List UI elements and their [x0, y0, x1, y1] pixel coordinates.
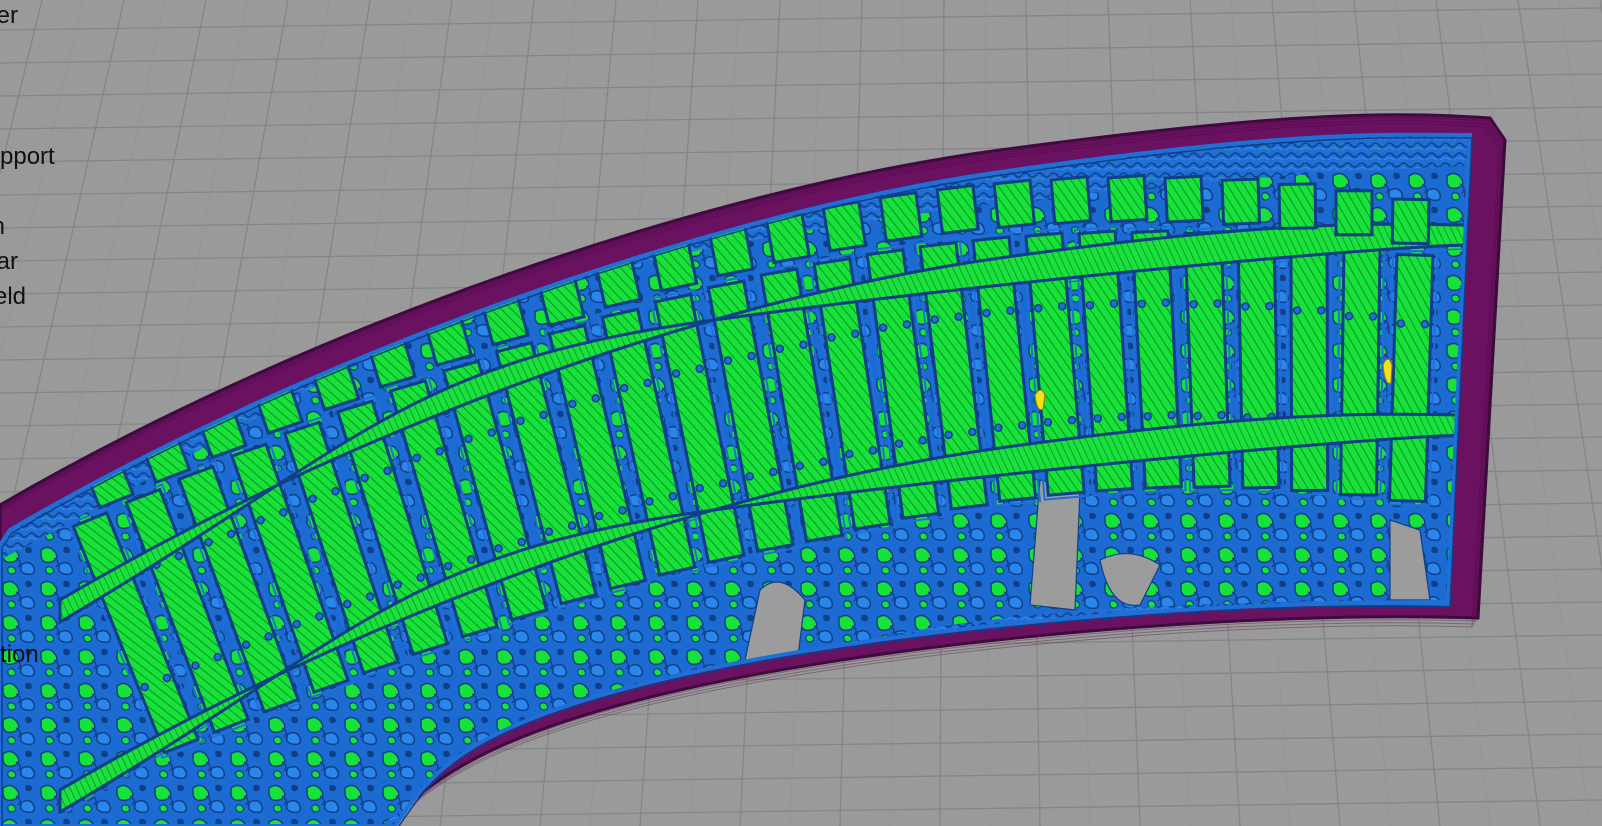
sliced-layer — [0, 113, 1507, 826]
3d-print-preview-viewport[interactable] — [0, 0, 1602, 826]
legend-item-4[interactable]: eld — [0, 283, 26, 311]
sliced-part-render[interactable] — [0, 0, 1602, 826]
legend-item-3[interactable]: ar — [0, 248, 18, 276]
legend-item-5[interactable]: tion — [0, 641, 46, 669]
legend-item-2[interactable]: n — [0, 213, 5, 241]
legend-item-1[interactable]: pport — [0, 143, 62, 171]
legend-item-0[interactable]: er — [0, 2, 18, 30]
